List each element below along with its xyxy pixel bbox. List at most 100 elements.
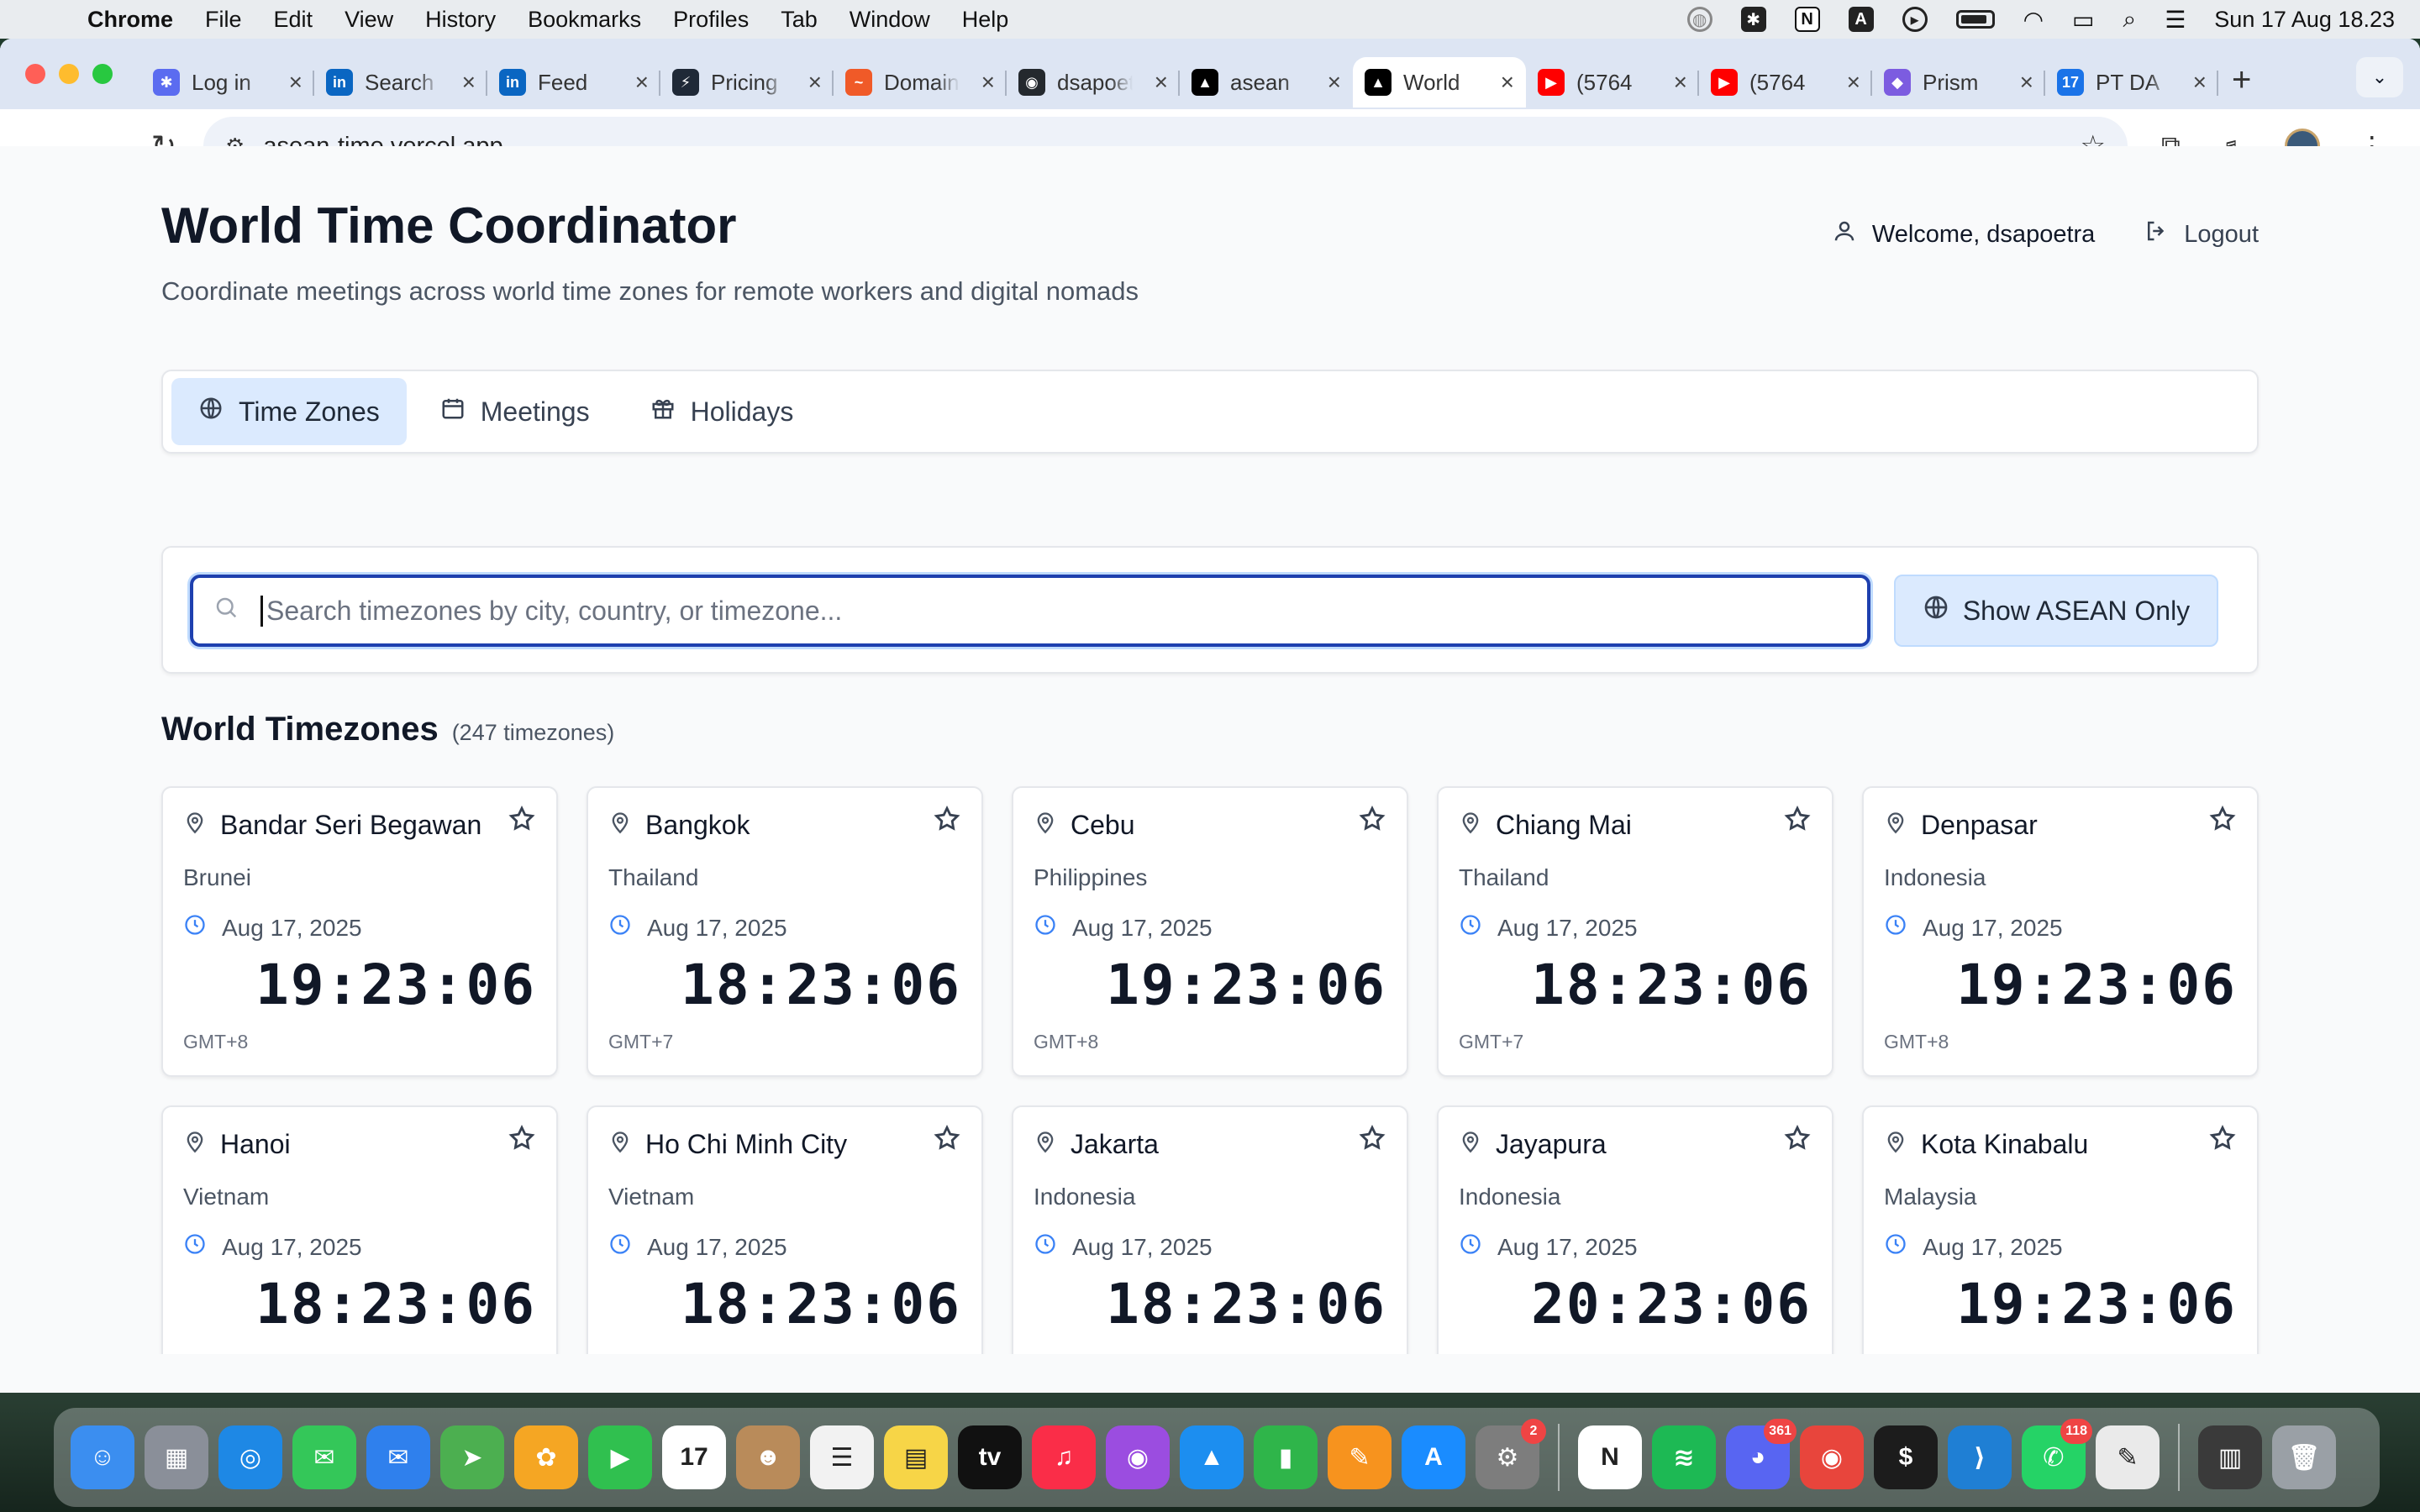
numbers-icon[interactable]: ▮ (1254, 1425, 1318, 1489)
favorite-star-icon[interactable] (1783, 1124, 1812, 1161)
pages-icon[interactable]: ✎ (1328, 1425, 1392, 1489)
menu-history[interactable]: History (425, 7, 496, 33)
browser-tab[interactable]: in Search × (314, 57, 487, 108)
terminal-icon[interactable]: $ (1874, 1425, 1938, 1489)
browser-tab[interactable]: ▶ (5764 × (1526, 57, 1699, 108)
close-tab-icon[interactable]: × (1847, 69, 1860, 96)
favorite-star-icon[interactable] (933, 1124, 961, 1161)
close-tab-icon[interactable]: × (289, 69, 302, 96)
close-tab-icon[interactable]: × (1674, 69, 1687, 96)
tab-holidays[interactable]: Holidays (623, 378, 821, 445)
mail-icon[interactable]: ✉ (366, 1425, 430, 1489)
music-icon[interactable]: ♫ (1032, 1425, 1096, 1489)
timezone-card[interactable]: Jakarta Indonesia Aug 17, 2025 18:23:06 GMT+… (1012, 1105, 1408, 1354)
launchpad-icon[interactable]: ▦ (145, 1425, 208, 1489)
close-tab-icon[interactable]: × (808, 69, 822, 96)
contacts-icon[interactable]: ☻ (736, 1425, 800, 1489)
show-asean-button[interactable]: Show ASEAN Only (1894, 575, 2218, 647)
tab-time-zones[interactable]: Time Zones (171, 378, 407, 445)
whatsapp-icon[interactable]: ✆ 118 (2022, 1419, 2092, 1489)
minimize-window-button[interactable] (59, 64, 79, 84)
timezone-card[interactable]: Denpasar Indonesia Aug 17, 2025 19:23:06 GMT… (1862, 786, 2259, 1077)
control-center-icon[interactable]: ☰ (2165, 6, 2186, 34)
menu-tab[interactable]: Tab (781, 7, 818, 33)
settings-icon[interactable]: ⚙ 2 (1476, 1419, 1546, 1489)
menu-help[interactable]: Help (962, 7, 1009, 33)
browser-tab[interactable]: ✱ Log in × (141, 57, 314, 108)
wifi-icon[interactable]: ◠ (2023, 6, 2044, 34)
favorite-star-icon[interactable] (1358, 1124, 1386, 1161)
favorite-star-icon[interactable] (933, 805, 961, 842)
browser-tab[interactable]: ⚡ Pricing × (660, 57, 834, 108)
input-source-icon[interactable]: A (1848, 7, 1874, 32)
search-field[interactable] (190, 575, 1870, 647)
discord-icon[interactable]: ◕ 361 (1726, 1419, 1797, 1489)
close-tab-icon[interactable]: × (981, 69, 995, 96)
close-tab-icon[interactable]: × (2193, 69, 2207, 96)
maps-icon[interactable]: ➤ (440, 1425, 504, 1489)
favorite-star-icon[interactable] (1783, 805, 1812, 842)
timezone-card[interactable]: Bandar Seri Begawan Brunei Aug 17, 2025 19:… (161, 786, 558, 1077)
timezone-card[interactable]: Ho Chi Minh City Vietnam Aug 17, 2025 18:23… (587, 1105, 983, 1354)
timezone-card[interactable]: Chiang Mai Thailand Aug 17, 2025 18:23:06 GM… (1437, 786, 1833, 1077)
battery-icon[interactable] (1955, 10, 1995, 29)
close-tab-icon[interactable]: × (1501, 69, 1514, 96)
close-tab-icon[interactable]: × (2020, 69, 2033, 96)
close-tab-icon[interactable]: × (1328, 69, 1341, 96)
notion-tray-icon[interactable]: N (1794, 7, 1820, 32)
vpn-globe-icon[interactable]: ◍ (1686, 7, 1712, 32)
favorite-star-icon[interactable] (2208, 805, 2237, 842)
menu-window[interactable]: Window (850, 7, 930, 33)
browser-tab[interactable]: ◆ Prism × (1872, 57, 2045, 108)
menu-file[interactable]: File (205, 7, 242, 33)
favorite-star-icon[interactable] (508, 1124, 536, 1161)
reminders-icon[interactable]: ☰ (810, 1425, 874, 1489)
browser-tab[interactable]: ◉ dsapoetra × (1007, 57, 1180, 108)
appletv-icon[interactable]: tv (958, 1425, 1022, 1489)
photos-icon[interactable]: ✿ (514, 1425, 578, 1489)
notes-icon[interactable]: ▤ (884, 1425, 948, 1489)
appstore-icon[interactable]: A (1402, 1425, 1465, 1489)
zoom-window-button[interactable] (92, 64, 113, 84)
browser-tab[interactable]: ▲ World × (1353, 57, 1526, 108)
facetime-icon[interactable]: ▶ (588, 1425, 652, 1489)
menu-edit[interactable]: Edit (274, 7, 313, 33)
keynote-icon[interactable]: ▲ (1180, 1425, 1244, 1489)
timezone-card[interactable]: Hanoi Vietnam Aug 17, 2025 18:23:06 GMT+7 (161, 1105, 558, 1354)
timezone-card[interactable]: Cebu Philippines Aug 17, 2025 19:23:06 GMT+8 (1012, 786, 1408, 1077)
trash-icon[interactable]: 🗑 (2272, 1425, 2336, 1489)
timezone-card[interactable]: Bangkok Thailand Aug 17, 2025 18:23:06 GMT+7 (587, 786, 983, 1077)
close-tab-icon[interactable]: × (462, 69, 476, 96)
spotify-icon[interactable]: ≋ (1652, 1425, 1716, 1489)
browser-tab[interactable]: ▲ asean × (1180, 57, 1353, 108)
tab-search-button[interactable]: ⌄ (2356, 57, 2403, 97)
new-tab-button[interactable]: + (2232, 61, 2251, 99)
vscode-icon[interactable]: ⟩ (1948, 1425, 2012, 1489)
notion-icon[interactable]: N (1578, 1425, 1642, 1489)
perplexity-tray-icon[interactable]: ✱ (1740, 7, 1766, 32)
play-tray-icon[interactable]: ▸ (1902, 7, 1928, 32)
menubar-clock[interactable]: Sun 17 Aug 18.23 (2214, 7, 2395, 33)
search-input[interactable] (260, 595, 1840, 627)
menu-view[interactable]: View (345, 7, 393, 33)
podcasts-icon[interactable]: ◉ (1106, 1425, 1170, 1489)
browser-tab[interactable]: 17 PT DA × (2045, 57, 2218, 108)
chrome-icon[interactable]: ◉ (1800, 1425, 1864, 1489)
close-tab-icon[interactable]: × (635, 69, 649, 96)
browser-tab[interactable]: ~ Domains × (834, 57, 1007, 108)
favorite-star-icon[interactable] (1358, 805, 1386, 842)
favorite-star-icon[interactable] (508, 805, 536, 842)
browser-tab[interactable]: ▶ (5764 × (1699, 57, 1872, 108)
browser-tab[interactable]: in Feed × (487, 57, 660, 108)
safari-icon[interactable]: ◎ (218, 1425, 282, 1489)
textedit-icon[interactable]: ✎ (2096, 1425, 2160, 1489)
messages-icon[interactable]: ✉ (292, 1425, 356, 1489)
finder-icon[interactable]: ☺ (71, 1425, 134, 1489)
calendar-app-icon[interactable]: 17 (662, 1425, 726, 1489)
timezone-card[interactable]: Jayapura Indonesia Aug 17, 2025 20:23:06 GMT… (1437, 1105, 1833, 1354)
logout-button[interactable]: Logout (2144, 218, 2259, 250)
spotlight-search-icon[interactable]: ⌕ (2123, 6, 2137, 34)
close-tab-icon[interactable]: × (1155, 69, 1168, 96)
timezone-card[interactable]: Kota Kinabalu Malaysia Aug 17, 2025 19:23:0… (1862, 1105, 2259, 1354)
menu-bookmarks[interactable]: Bookmarks (528, 7, 641, 33)
